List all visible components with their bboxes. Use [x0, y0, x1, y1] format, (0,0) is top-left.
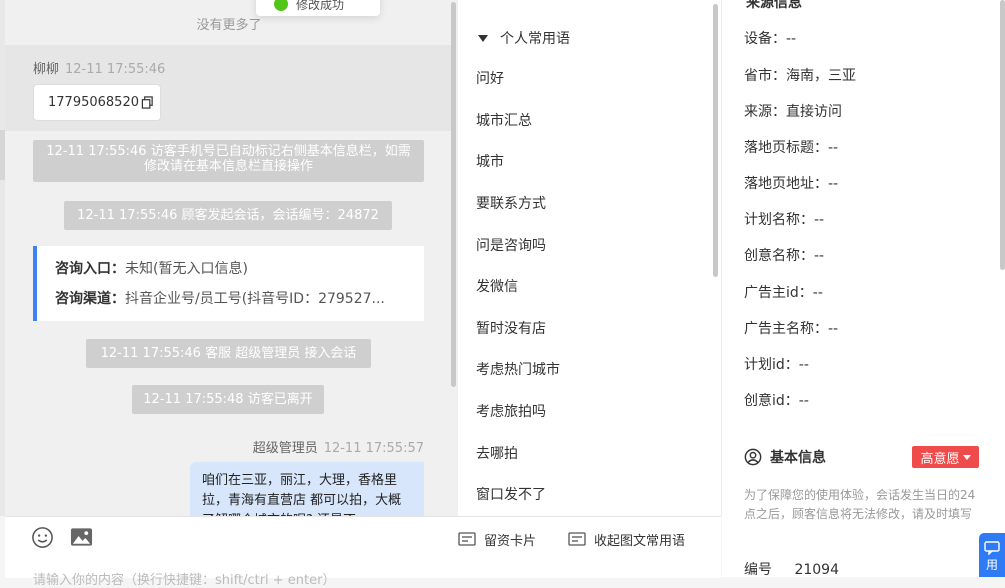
phrase-item[interactable]: 考虑旅拍吗	[476, 401, 546, 421]
source-row: 计划id：--	[744, 357, 809, 373]
phone-bubble: 17795068520	[33, 84, 161, 121]
image-icon[interactable]	[70, 527, 93, 547]
card-icon	[458, 531, 476, 546]
channel-value: 抖音企业号/员工号(抖音号ID：279527...	[125, 291, 385, 307]
lead-card-label: 留资卡片	[484, 534, 537, 549]
system-message: 12-11 17:55:46 访客手机号已自动标记右侧基本信息栏，如需修改请在基…	[33, 140, 424, 182]
phrase-item[interactable]: 暂时没有店	[476, 318, 546, 338]
source-row: 广告主id：--	[744, 285, 823, 301]
phrase-group-title: 个人常用语	[500, 31, 570, 47]
system-message: 12-11 17:55:46 顾客发起会话，会话编号：24872	[64, 201, 392, 230]
intent-badge[interactable]: 高意愿	[912, 446, 979, 468]
floating-button-label: 用	[985, 558, 998, 572]
phrase-item[interactable]: 问好	[476, 68, 504, 88]
visitor-sender: 柳柳 12-11 17:55:46	[33, 58, 165, 77]
visitor-time: 12-11 17:55:46	[65, 62, 166, 77]
phrase-item[interactable]: 考虑热门城市	[476, 359, 560, 379]
agent-sender: 超级管理员 12-11 17:55:57	[253, 437, 424, 456]
message-input[interactable]: 请输入你的内容（换行快捷键：shift/ctrl + enter）	[33, 569, 336, 588]
phrase-item[interactable]: 城市	[476, 151, 504, 171]
caret-down-icon	[962, 454, 971, 460]
source-row: 设备：--	[744, 31, 797, 47]
phrase-item[interactable]: 窗口发不了	[476, 484, 546, 504]
chat-panel: 没有更多了 柳柳 12-11 17:55:46 17795068520 12-11…	[0, 0, 458, 516]
phrases-panel: 个人常用语 问好 城市汇总 城市 要联系方式 问是咨询吗 发微信 暂时没有店 考…	[458, 0, 722, 516]
edit-hint: 为了保障您的使用体验，会话发生当日的24点之后，顾客信息将无法修改，请及时填写	[744, 488, 976, 521]
chat-left-tab	[0, 130, 5, 180]
info-panel: 设备：-- 省市：海南，三亚 来源：直接访问 落地页标题：-- 落地页地址：--…	[722, 0, 1005, 577]
source-row: 创意名称：--	[744, 248, 825, 264]
phrase-item[interactable]: 城市汇总	[476, 110, 532, 130]
entry-row: 咨询入口：未知(暂无入口信息)	[55, 258, 415, 288]
agent-name: 超级管理员	[252, 441, 318, 456]
caret-down-icon	[478, 34, 488, 42]
source-row: 落地页标题：--	[744, 140, 839, 156]
channel-row: 咨询渠道：抖音企业号/员工号(抖音号ID：279527...	[55, 288, 415, 318]
entry-card: 咨询入口：未知(暂无入口信息) 咨询渠道：抖音企业号/员工号(抖音号ID：279…	[33, 246, 424, 321]
agent-time: 12-11 17:55:57	[323, 441, 424, 456]
collapse-phrases-label: 收起图文常用语	[594, 534, 686, 549]
system-message: 12-11 17:55:48 访客已离开	[132, 385, 324, 414]
channel-label: 咨询渠道：	[55, 291, 125, 307]
phrase-item[interactable]: 去哪拍	[476, 443, 518, 463]
phrase-item[interactable]: 问是咨询吗	[476, 235, 546, 255]
lead-card-button[interactable]: 留资卡片	[458, 530, 536, 549]
phrase-item[interactable]: 要联系方式	[476, 193, 546, 213]
card-icon	[568, 531, 586, 546]
basic-info-title: 基本信息	[770, 450, 826, 466]
id-row: 编号 21094	[744, 559, 839, 577]
intent-label: 高意愿	[920, 451, 960, 467]
source-row: 落地页地址：--	[744, 176, 839, 192]
id-label: 编号	[744, 562, 772, 577]
collapse-phrases-button[interactable]: 收起图文常用语	[568, 530, 685, 549]
floating-chat-button[interactable]: 用	[979, 533, 1005, 577]
message-icon	[984, 541, 1000, 556]
agent-message-bubble: 咱们在三亚，丽江，大理，香格里拉，青海有直营店 都可以拍，大概了解哪个城市的呢?…	[190, 462, 424, 516]
basic-info-header: 基本信息	[744, 447, 826, 467]
phrase-group-header[interactable]: 个人常用语	[478, 28, 570, 48]
phone-number: 17795068520	[48, 95, 139, 110]
id-value: 21094	[794, 562, 839, 577]
user-circle-icon	[744, 448, 762, 466]
entry-value: 未知(暂无入口信息)	[125, 261, 248, 277]
no-more-label: 没有更多了	[196, 18, 262, 33]
chat-scrollbar[interactable]	[451, 2, 456, 387]
source-row: 省市：海南，三亚	[744, 68, 856, 84]
info-scrollbar[interactable]	[1000, 0, 1005, 270]
toast: 修改成功	[256, 0, 380, 16]
toast-text: 修改成功	[296, 0, 345, 12]
source-row: 创意id：--	[744, 393, 809, 409]
source-row: 来源：直接访问	[744, 104, 842, 120]
phrase-item[interactable]: 发微信	[476, 276, 518, 296]
copy-icon[interactable]	[141, 96, 154, 109]
check-icon	[274, 0, 288, 11]
phrases-scrollbar[interactable]	[713, 4, 718, 277]
visitor-name: 柳柳	[33, 62, 60, 77]
entry-label: 咨询入口：	[55, 261, 125, 277]
smiley-icon[interactable]	[31, 526, 54, 549]
source-info-header: 来源信息	[746, 0, 802, 12]
source-info-title: 来源信息	[746, 0, 802, 11]
system-message: 12-11 17:55:46 客服 超级管理员 接入会话	[86, 339, 371, 368]
source-row: 计划名称：--	[744, 212, 825, 228]
source-row: 广告主名称：--	[744, 321, 839, 337]
